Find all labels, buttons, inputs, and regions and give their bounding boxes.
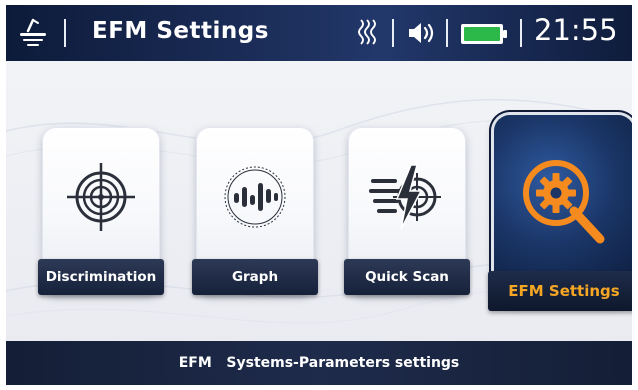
status-bar: EFM Settings 21:55 bbox=[6, 5, 632, 61]
menu-item-efm-settings[interactable]: EFM Settings bbox=[488, 115, 632, 311]
gear-search-icon bbox=[523, 160, 605, 244]
quick-scan-icon bbox=[369, 164, 441, 230]
signal-icon bbox=[358, 19, 376, 45]
menu-item-label: Quick Scan bbox=[344, 259, 470, 295]
menu-item-graph[interactable]: Graph bbox=[192, 127, 318, 295]
page-title: EFM Settings bbox=[92, 18, 269, 44]
separator bbox=[446, 19, 448, 47]
description-bar: EFM Systems-Parameters settings bbox=[6, 341, 632, 385]
waveform-icon bbox=[224, 166, 286, 228]
clock: 21:55 bbox=[534, 13, 618, 47]
battery-icon bbox=[461, 24, 507, 44]
menu-item-label: Graph bbox=[192, 259, 318, 295]
detector-logo-icon bbox=[20, 18, 46, 46]
menu-item-label: Discrimination bbox=[38, 259, 164, 295]
separator bbox=[64, 19, 66, 47]
screen: EFM Settings 21:55 Discrimination Graph … bbox=[6, 5, 632, 385]
separator bbox=[392, 19, 394, 47]
device-frame: EFM Settings 21:55 Discrimination Graph … bbox=[0, 0, 638, 390]
speaker-icon[interactable] bbox=[406, 20, 436, 46]
target-icon bbox=[67, 163, 135, 231]
menu-item-discrimination[interactable]: Discrimination bbox=[38, 127, 164, 295]
separator bbox=[520, 19, 522, 47]
menu-item-quick-scan[interactable]: Quick Scan bbox=[344, 127, 470, 295]
menu-item-label: EFM Settings bbox=[488, 271, 632, 311]
